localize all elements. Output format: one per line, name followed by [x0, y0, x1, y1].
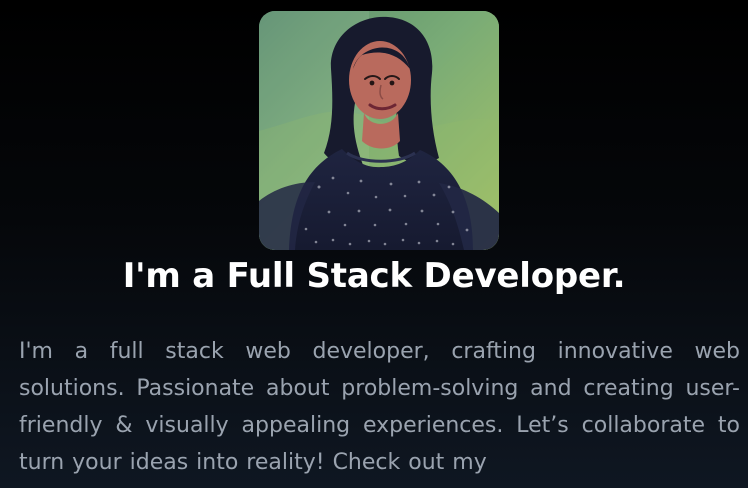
- hero-section: I'm a Full Stack Developer. I'm a full s…: [0, 0, 748, 488]
- profile-bio: I'm a full stack web developer, crafting…: [19, 339, 740, 475]
- page-title: I'm a Full Stack Developer.: [122, 256, 626, 296]
- profile-photo-illustration: [259, 11, 499, 250]
- profile-photo: [259, 11, 499, 250]
